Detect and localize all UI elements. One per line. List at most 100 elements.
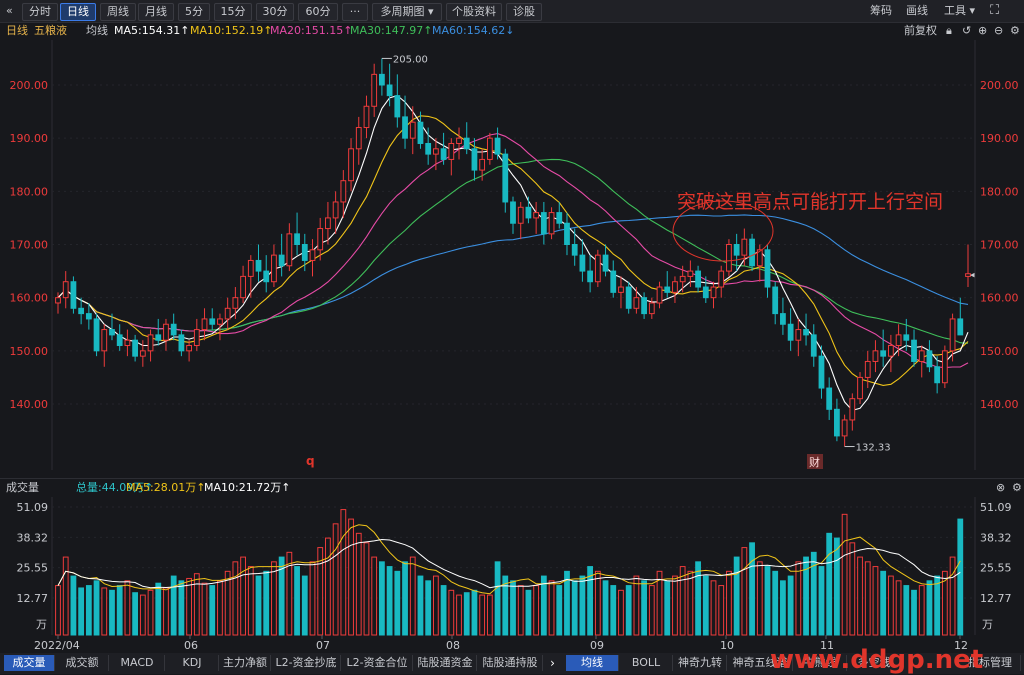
candle-body <box>155 334 162 341</box>
candle-body <box>733 244 740 256</box>
volume-bar <box>325 537 331 636</box>
tools-dropdown[interactable]: 工具 ▾ <box>944 3 975 19</box>
volume-bar <box>340 509 347 636</box>
candle-body <box>201 318 208 331</box>
indicator-label[interactable]: 均线 <box>86 22 108 40</box>
candle-body <box>394 95 401 118</box>
x-label: 08 <box>446 639 460 652</box>
tab-daily[interactable]: 日线 <box>60 3 96 21</box>
price-tick-right: 160.00 <box>980 292 1019 305</box>
lock-icon[interactable]: 🔒︎ <box>946 22 952 40</box>
candle-body <box>741 238 748 256</box>
volume-bar <box>363 542 370 636</box>
volume-bar <box>664 580 671 636</box>
volume-bar <box>510 580 516 636</box>
volume-bar <box>525 589 532 636</box>
tab-60min[interactable]: 60分 <box>298 3 338 21</box>
tab-turnover[interactable]: 成交额 <box>56 655 109 671</box>
volume-bar <box>795 561 802 636</box>
candle-body <box>787 323 794 341</box>
high-label: 205.00 <box>393 54 428 65</box>
volume-bar <box>780 580 786 636</box>
tab-30min[interactable]: 30分 <box>256 3 294 21</box>
volume-chart[interactable]: 51.09 51.09 38.32 38.32 25.55 25.55 12.77 12.77… <box>0 497 1024 653</box>
panel-settings-icon[interactable]: ⚙ <box>1012 479 1022 497</box>
volume-unit-right: 万 <box>982 618 993 631</box>
candle-body <box>625 286 632 309</box>
tab-intraday[interactable]: 分时 <box>22 3 58 21</box>
volume-bar <box>109 589 115 636</box>
candle-body <box>463 137 470 150</box>
current-price-arrow: ◂ <box>970 271 975 281</box>
tab-magic-nine[interactable]: 神奇九转 <box>674 655 727 671</box>
volume-bar <box>193 573 200 636</box>
volume-bar <box>232 561 239 636</box>
adjust-mode[interactable]: 前复权 <box>904 22 937 40</box>
zoom-out-icon[interactable]: ⊖ <box>994 22 1003 40</box>
indicator-tabs-left: 成交量 成交额 MACD KDJ 主力净额 L2-资金抄底 L2-资金合位 陆股… <box>0 653 545 674</box>
candle-body <box>402 116 408 139</box>
tab-ma[interactable]: 均线 <box>566 655 619 671</box>
tab-kdj[interactable]: KDJ <box>166 655 219 671</box>
tabs-scroll-right-icon[interactable]: › <box>545 653 560 674</box>
price-tick-right: 180.00 <box>980 185 1019 198</box>
candle-body <box>409 121 416 139</box>
more-periods-button[interactable]: ··· <box>342 3 368 21</box>
tab-l2-bottom[interactable]: L2-资金抄底 <box>272 655 341 671</box>
candle-body <box>170 323 177 336</box>
candle-body <box>163 323 169 341</box>
volume-bar <box>155 582 162 636</box>
volume-bar <box>93 580 100 636</box>
volume-bar <box>186 577 192 636</box>
settings-icon[interactable]: ⚙ <box>1010 22 1020 40</box>
tab-boll[interactable]: BOLL <box>620 655 673 671</box>
undo-icon[interactable]: ↺ <box>962 22 971 40</box>
tab-main-net[interactable]: 主力净额 <box>220 655 271 671</box>
chips-button[interactable]: 筹码 <box>870 3 892 19</box>
volume-bar <box>918 585 925 636</box>
volume-bar <box>471 589 478 636</box>
draw-line-button[interactable]: 画线 <box>906 3 928 19</box>
candle-body <box>849 398 856 421</box>
close-panel-icon[interactable]: ⊗ <box>996 479 1005 497</box>
candle-body <box>810 334 817 357</box>
volume-bar <box>55 585 61 636</box>
volume-bar <box>718 585 725 636</box>
price-tick-right: 140.00 <box>980 398 1019 411</box>
expand-icon[interactable]: ⛶ <box>990 3 999 19</box>
ma60-value: MA60:154.62↓ <box>432 24 515 37</box>
price-tick-left: 160.00 <box>10 292 49 305</box>
tab-monthly[interactable]: 月线 <box>138 3 174 21</box>
tab-5min[interactable]: 5分 <box>178 3 210 21</box>
volume-bar <box>749 542 755 636</box>
candle-body <box>332 201 339 219</box>
candle-body <box>232 297 239 309</box>
candle-body <box>286 233 293 267</box>
tab-weekly[interactable]: 周线 <box>100 3 136 21</box>
tab-l2-position[interactable]: L2-资金合位 <box>342 655 413 671</box>
candle-body <box>386 84 393 97</box>
tab-hk-connect-funds[interactable]: 陆股通资金 <box>414 655 477 671</box>
volume-bar <box>957 518 964 636</box>
volume-title: 成交量 <box>6 481 39 494</box>
diagnose-button[interactable]: 诊股 <box>506 3 542 21</box>
x-label: 10 <box>720 639 734 652</box>
tab-hk-connect-holdings[interactable]: 陆股通持股 <box>478 655 543 671</box>
volume-bar <box>494 561 501 636</box>
tab-15min[interactable]: 15分 <box>214 3 252 21</box>
volume-bar <box>301 575 308 636</box>
candle-body <box>224 307 231 320</box>
volume-bar <box>70 575 77 636</box>
zoom-in-icon[interactable]: ⊕ <box>978 22 987 40</box>
price-chart[interactable]: 200.00 200.00 190.00 190.00 180.00 180.00 170.… <box>0 40 1024 478</box>
volume-tick-right: 51.09 <box>980 501 1012 514</box>
back-icon[interactable]: « <box>6 3 13 19</box>
stock-profile-button[interactable]: 个股资料 <box>446 3 502 21</box>
multi-period-dropdown[interactable]: 多周期图 ▾ <box>372 3 442 21</box>
tab-volume[interactable]: 成交量 <box>4 655 55 671</box>
volume-bar <box>456 594 462 636</box>
tab-macd[interactable]: MACD <box>110 655 165 671</box>
volume-bar <box>687 570 694 636</box>
candle-body <box>432 148 439 155</box>
ma5-line <box>57 94 969 412</box>
